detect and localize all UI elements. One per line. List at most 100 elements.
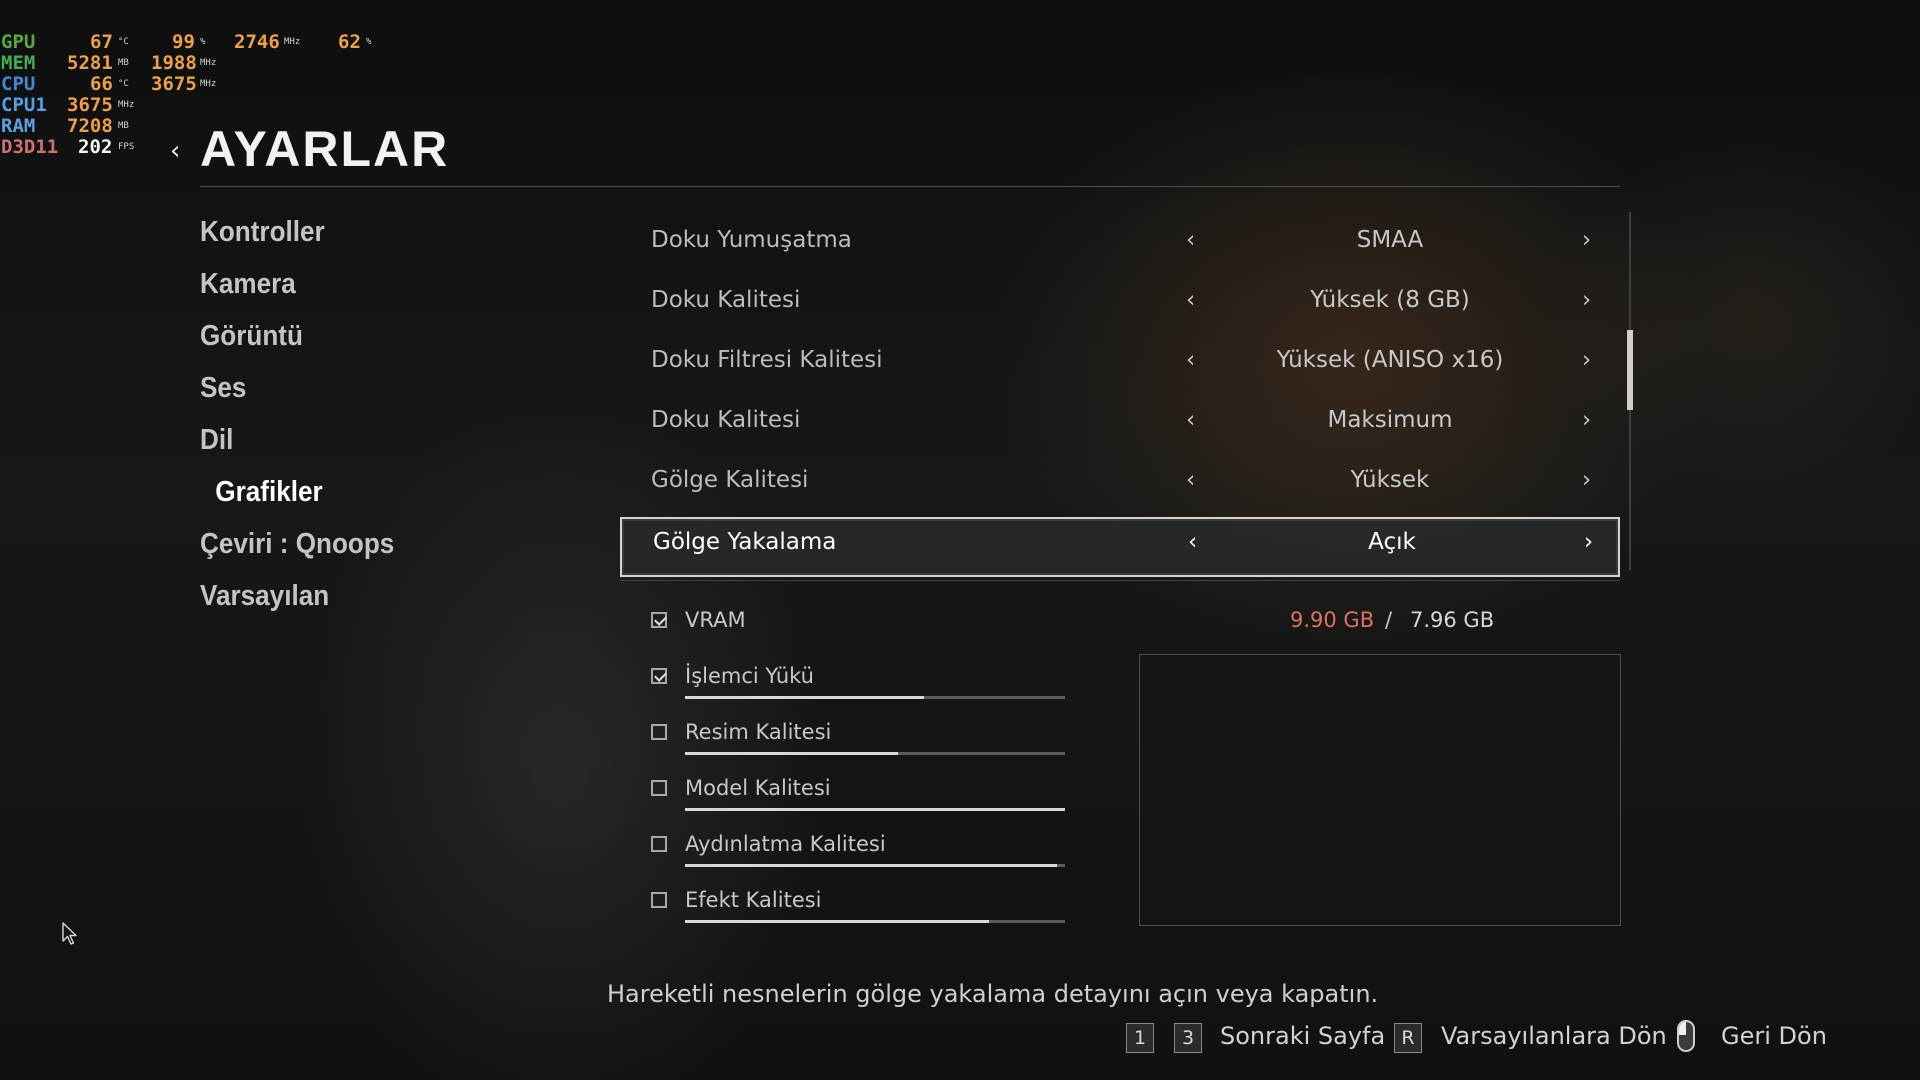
perf-gpu-row: GPU 67 °C 99 % 2746 MHz 62 % (0, 32, 420, 53)
option-meter (685, 752, 1065, 755)
option-meter-fill (685, 696, 925, 699)
preview-panel (1139, 654, 1621, 926)
perf-ram-used: 7208 (67, 115, 113, 137)
setting-row[interactable]: Doku Kalitesi ‹ Yüksek (8 GB) › (620, 275, 1620, 335)
option-checkbox[interactable] (651, 892, 667, 908)
reset-defaults-button[interactable]: Varsayılanlara Dön (1441, 1022, 1667, 1050)
nav-item-grafikler[interactable]: Grafikler (200, 472, 394, 524)
back-chevron-icon[interactable]: ‹ (170, 136, 180, 166)
setting-value: Yüksek (8 GB) (1310, 287, 1470, 313)
settings-nav: Kontroller Kamera Görüntü Ses Dil Grafik… (200, 212, 416, 628)
vram-checkbox[interactable] (651, 612, 667, 628)
perf-gpu-temp: 67 (90, 31, 113, 53)
chevron-left-icon[interactable]: ‹ (1186, 407, 1195, 433)
perf-gpu-load: 99 (172, 31, 195, 53)
setting-label: Gölge Kalitesi (651, 467, 809, 493)
option-meter (685, 808, 1065, 811)
option-meter (685, 696, 1065, 699)
perf-mem-clock: 1988 (151, 52, 197, 74)
chevron-right-icon[interactable]: › (1582, 407, 1591, 433)
perf-gpu-fan: 62 (338, 31, 361, 53)
option-checkbox[interactable] (651, 724, 667, 740)
vram-total-value: 7.96 GB (1410, 608, 1495, 632)
perf-cpu1-clock-unit: MHz (118, 100, 135, 110)
perf-cpu-clock: 3675 (151, 73, 197, 95)
chevron-right-icon[interactable]: › (1584, 529, 1593, 555)
nav-item-kamera[interactable]: Kamera (200, 264, 394, 316)
option-meter-fill (685, 864, 1058, 867)
nav-item-kontroller[interactable]: Kontroller (200, 212, 394, 264)
option-label: Efekt Kalitesi (685, 888, 822, 912)
chevron-left-icon[interactable]: ‹ (1186, 347, 1195, 373)
perf-mem-used: 5281 (67, 52, 113, 74)
option-checkbox[interactable] (651, 780, 667, 796)
perf-gpu-clock: 2746 (234, 31, 280, 53)
setting-row[interactable]: Doku Filtresi Kalitesi ‹ Yüksek (ANISO x… (620, 335, 1620, 395)
setting-description: Hareketli nesnelerin gölge yakalama deta… (607, 980, 1379, 1008)
key-3-icon: 3 (1174, 1023, 1202, 1053)
option-label: Aydınlatma Kalitesi (685, 832, 886, 856)
perf-cpu1-row: CPU1 3675 MHz (0, 95, 420, 116)
option-label: İşlemci Yükü (685, 664, 814, 688)
perf-gpu-load-unit: % (200, 37, 206, 47)
chevron-right-icon[interactable]: › (1582, 467, 1591, 493)
option-meter-fill (685, 752, 898, 755)
option-label: Resim Kalitesi (685, 720, 832, 744)
perf-ram-label: RAM (1, 115, 36, 137)
setting-value: Açık (1368, 529, 1416, 555)
perf-fps-unit: FPS (118, 142, 135, 152)
setting-label: Doku Yumuşatma (651, 227, 852, 253)
option-checkbox[interactable] (651, 668, 667, 684)
perf-ram-used-unit: MB (118, 121, 129, 131)
page-title: AYARLAR (200, 121, 450, 177)
nav-item-ceviri[interactable]: Çeviri : Qnoops (200, 524, 394, 576)
chevron-right-icon[interactable]: › (1582, 347, 1591, 373)
graphics-settings-list: Doku Yumuşatma ‹ SMAA › Doku Kalitesi ‹ … (620, 215, 1620, 577)
setting-row[interactable]: Doku Kalitesi ‹ Maksimum › (620, 395, 1620, 455)
chevron-left-icon[interactable]: ‹ (1186, 467, 1195, 493)
chevron-right-icon[interactable]: › (1582, 287, 1591, 313)
nav-item-varsayilan[interactable]: Varsayılan (200, 576, 394, 628)
nav-item-dil[interactable]: Dil (200, 420, 394, 472)
option-checkbox[interactable] (651, 836, 667, 852)
perf-cpu-temp-unit: °C (118, 79, 129, 89)
setting-label: Doku Kalitesi (651, 407, 801, 433)
perf-mem-used-unit: MB (118, 58, 129, 68)
vram-used-value: 9.90 GB (1290, 608, 1375, 632)
chevron-left-icon[interactable]: ‹ (1186, 287, 1195, 313)
perf-d3d11-label: D3D11 (1, 136, 59, 158)
chevron-left-icon[interactable]: ‹ (1186, 227, 1195, 253)
setting-row[interactable]: Doku Yumuşatma ‹ SMAA › (620, 215, 1620, 275)
setting-label: Doku Filtresi Kalitesi (651, 347, 883, 373)
perf-fps: 202 (78, 136, 113, 158)
perf-cpu1-label: CPU1 (1, 94, 47, 116)
perf-mem-clock-unit: MHz (200, 58, 217, 68)
perf-mem-label: MEM (1, 52, 36, 74)
perf-gpu-label: GPU (1, 31, 36, 53)
option-meter-fill (685, 808, 1065, 811)
perf-gpu-fan-unit: % (366, 37, 372, 47)
setting-row[interactable]: Gölge Kalitesi ‹ Yüksek › (620, 455, 1620, 515)
vram-separator: / (1385, 608, 1393, 632)
setting-value: Yüksek (1350, 467, 1430, 493)
setting-value: SMAA (1356, 227, 1424, 253)
key-r-icon: R (1394, 1023, 1422, 1053)
setting-value: Maksimum (1327, 407, 1453, 433)
nav-item-goruntu[interactable]: Görüntü (200, 316, 394, 368)
perf-gpu-temp-unit: °C (118, 37, 129, 47)
chevron-left-icon[interactable]: ‹ (1188, 529, 1197, 555)
chevron-right-icon[interactable]: › (1582, 227, 1591, 253)
setting-label: Doku Kalitesi (651, 287, 801, 313)
perf-mem-row: MEM 5281 MB 1988 MHz (0, 53, 420, 74)
option-meter-fill (685, 920, 989, 923)
nav-item-ses[interactable]: Ses (200, 368, 394, 420)
perf-cpu1-clock: 3675 (67, 94, 113, 116)
back-button[interactable]: Geri Dön (1721, 1022, 1827, 1050)
perf-cpu-label: CPU (1, 73, 36, 95)
next-page-button[interactable]: Sonraki Sayfa (1220, 1022, 1385, 1050)
option-label: Model Kalitesi (685, 776, 831, 800)
option-meter (685, 920, 1065, 923)
setting-row-selected[interactable]: Gölge Yakalama ‹ Açık › (620, 517, 1620, 577)
scrollbar-thumb[interactable] (1627, 330, 1633, 410)
cursor-icon (62, 922, 77, 945)
